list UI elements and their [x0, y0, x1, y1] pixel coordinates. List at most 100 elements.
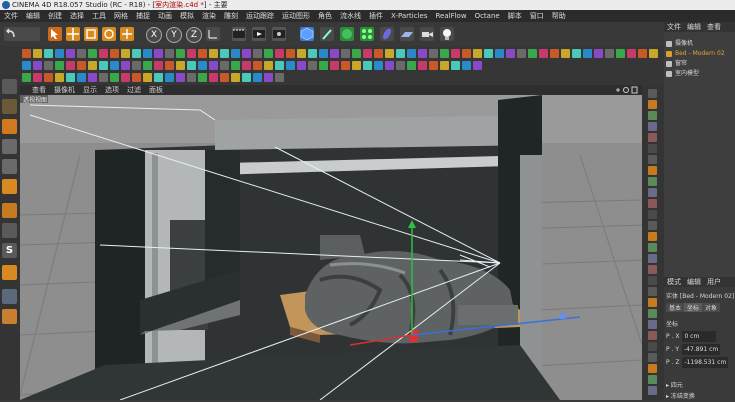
menu-item[interactable]: 插件 — [365, 10, 387, 22]
attr-menu-edit[interactable]: 编辑 — [684, 277, 704, 287]
attr-tab-basic[interactable]: 基本 — [666, 303, 685, 312]
plugin-tool-icon[interactable] — [22, 73, 31, 82]
plugin-tool-icon[interactable] — [33, 61, 42, 70]
side-tool-icon[interactable] — [648, 298, 657, 307]
plugin-tool-icon[interactable] — [352, 61, 361, 70]
attr-menu-mode[interactable]: 模式 — [664, 277, 684, 287]
plugin-tool-icon[interactable] — [473, 49, 482, 58]
plugin-tool-icon[interactable] — [319, 49, 328, 58]
plugin-tool-icon[interactable] — [473, 61, 482, 70]
side-tool-icon[interactable] — [648, 342, 657, 351]
side-tool-icon[interactable] — [648, 144, 657, 153]
plugin-tool-icon[interactable] — [154, 49, 163, 58]
object-menu-view[interactable]: 查看 — [704, 22, 724, 32]
plugin-tool-icon[interactable] — [220, 61, 229, 70]
plugin-tool-icon[interactable] — [165, 49, 174, 58]
plugin-tool-icon[interactable] — [88, 61, 97, 70]
object-menu-edit[interactable]: 编辑 — [684, 22, 704, 32]
plugin-tool-icon[interactable] — [385, 61, 394, 70]
plugin-tool-icon[interactable] — [66, 49, 75, 58]
plugin-tool-icon[interactable] — [363, 49, 372, 58]
side-tool-icon[interactable] — [648, 166, 657, 175]
plugin-tool-icon[interactable] — [66, 73, 75, 82]
plugin-tool-icon[interactable] — [440, 61, 449, 70]
plugin-tool-icon[interactable] — [220, 73, 229, 82]
plugin-tool-icon[interactable] — [572, 49, 581, 58]
plugin-tool-icon[interactable] — [44, 61, 53, 70]
plugin-tool-icon[interactable] — [55, 49, 64, 58]
plugin-tool-icon[interactable] — [374, 61, 383, 70]
plugin-tool-icon[interactable] — [77, 61, 86, 70]
attr-tab-coord[interactable]: 坐标 — [684, 303, 703, 312]
plugin-tool-icon[interactable] — [451, 61, 460, 70]
plugin-tool-icon[interactable] — [352, 49, 361, 58]
plugin-tool-icon[interactable] — [220, 49, 229, 58]
cube-icon[interactable] — [300, 27, 314, 41]
pos-x-input[interactable]: 0 cm — [682, 331, 717, 342]
side-tool-icon[interactable] — [648, 353, 657, 362]
plugin-tool-icon[interactable] — [154, 61, 163, 70]
plugin-tool-icon[interactable] — [649, 49, 658, 58]
plugin-tool-icon[interactable] — [187, 49, 196, 58]
plugin-tool-icon[interactable] — [638, 49, 647, 58]
side-tool-icon[interactable] — [648, 100, 657, 109]
plugin-tool-icon[interactable] — [407, 61, 416, 70]
plugin-tool-icon[interactable] — [110, 61, 119, 70]
pos-y-input[interactable]: -47.891 cm — [682, 344, 721, 355]
plugin-tool-icon[interactable] — [143, 73, 152, 82]
plugin-tool-icon[interactable] — [99, 49, 108, 58]
move-icon[interactable] — [66, 27, 80, 41]
side-tool-icon[interactable] — [648, 155, 657, 164]
make-editable-icon[interactable] — [2, 79, 17, 94]
camera-icon[interactable] — [420, 27, 434, 41]
plugin-tool-icon[interactable] — [440, 49, 449, 58]
plugin-tool-icon[interactable] — [121, 73, 130, 82]
plugin-tool-icon[interactable] — [88, 49, 97, 58]
plugin-tool-icon[interactable] — [165, 73, 174, 82]
side-tool-icon[interactable] — [648, 254, 657, 263]
plugin-tool-icon[interactable] — [77, 49, 86, 58]
plugin-tool-icon[interactable] — [297, 49, 306, 58]
plugin-tool-icon[interactable] — [308, 49, 317, 58]
menu-item[interactable]: 流水线 — [336, 10, 365, 22]
x-axis-lock-button[interactable]: X — [146, 27, 162, 43]
menu-item[interactable]: 帮助 — [548, 10, 570, 22]
plugin-tool-icon[interactable] — [88, 73, 97, 82]
plugin-tool-icon[interactable] — [275, 49, 284, 58]
plugin-tool-icon[interactable] — [330, 61, 339, 70]
menu-item[interactable]: 编辑 — [22, 10, 44, 22]
menu-item[interactable]: 动画 — [154, 10, 176, 22]
side-tool-icon[interactable] — [648, 364, 657, 373]
plugin-tool-icon[interactable] — [132, 49, 141, 58]
texture-mode-icon[interactable] — [2, 119, 17, 134]
side-tool-icon[interactable] — [648, 210, 657, 219]
side-tool-icon[interactable] — [648, 243, 657, 252]
plugin-tool-icon[interactable] — [539, 49, 548, 58]
viewport-menu-item[interactable]: 选项 — [101, 85, 123, 95]
plugin-tool-icon[interactable] — [176, 73, 185, 82]
plugin-tool-icon[interactable] — [418, 61, 427, 70]
plugin-tool-icon[interactable] — [198, 73, 207, 82]
plugin-tool-icon[interactable] — [231, 61, 240, 70]
render-settings-icon[interactable] — [272, 27, 286, 41]
plugin-tool-icon[interactable] — [561, 49, 570, 58]
side-tool-icon[interactable] — [648, 331, 657, 340]
object-row-curtain[interactable]: 窗帘 — [666, 59, 687, 68]
plugin-tool-icon[interactable] — [253, 61, 262, 70]
floor-icon[interactable] — [400, 27, 414, 41]
side-tool-icon[interactable] — [648, 188, 657, 197]
menu-item[interactable]: 文件 — [0, 10, 22, 22]
plugin-tool-icon[interactable] — [22, 49, 31, 58]
group-quaternion[interactable]: ▸ 四元 — [666, 380, 683, 391]
axis-mode-icon[interactable] — [2, 203, 17, 218]
plugin-tool-icon[interactable] — [319, 61, 328, 70]
pen-icon[interactable] — [320, 27, 334, 41]
plugin-tool-icon[interactable] — [495, 49, 504, 58]
recent-tool-icon[interactable] — [120, 27, 134, 41]
plugin-tool-icon[interactable] — [517, 49, 526, 58]
side-tool-icon[interactable] — [648, 133, 657, 142]
lock-workplane-icon[interactable] — [2, 289, 17, 304]
plugin-tool-icon[interactable] — [264, 61, 273, 70]
plugin-tool-icon[interactable] — [242, 61, 251, 70]
plugin-tool-icon[interactable] — [341, 49, 350, 58]
